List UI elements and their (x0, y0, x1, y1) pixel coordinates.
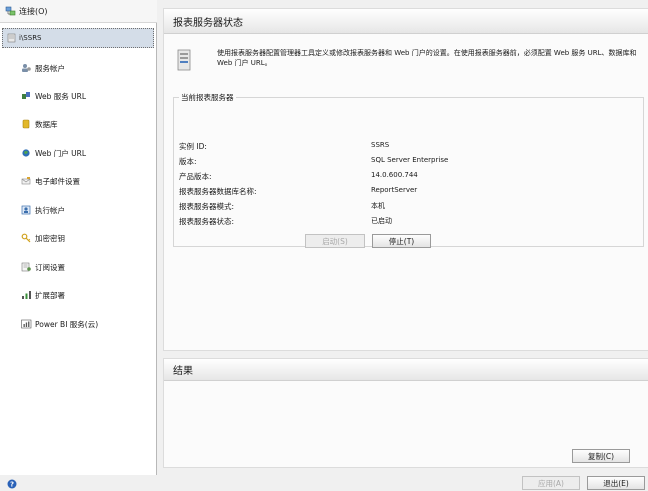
edition-value: SQL Server Enterprise (371, 156, 449, 164)
sidebar: 连接(O) i\SSRS 服务帐户 Web 服务 URL 数据库 Web 门户 … (0, 0, 157, 475)
sidebar-item-label: 服务帐户 (35, 63, 65, 73)
sidebar-item-encryption-keys[interactable]: 加密密钥 (0, 228, 156, 248)
server-node-icon (7, 33, 16, 43)
results-title: 结果 (164, 359, 648, 381)
server-status-value: 已启动 (371, 217, 392, 225)
connect-icon (5, 6, 16, 16)
sidebar-item-power-bi-service[interactable]: Power BI 服务(云) (0, 314, 156, 334)
encryption-keys-icon (21, 233, 33, 243)
exit-button[interactable]: 退出(E) (587, 476, 645, 490)
sidebar-item-label: 扩展部署 (35, 290, 65, 300)
sidebar-item-web-portal-url[interactable]: Web 门户 URL (0, 143, 156, 163)
results-panel: 结果 复制(C) (163, 358, 648, 468)
sidebar-item-scale-out-deployment[interactable]: 扩展部署 (0, 285, 156, 305)
database-name-label: 报表服务器数据库名称: (179, 187, 257, 196)
help-icon[interactable]: ? (7, 479, 17, 489)
web-portal-url-icon (21, 148, 33, 158)
database-icon (21, 119, 33, 129)
panel-title: 报表服务器状态 (164, 9, 648, 34)
power-bi-service-icon (21, 319, 33, 329)
instance-id-label: 实例 ID: (179, 142, 207, 151)
connect-label: 连接(O) (19, 6, 48, 16)
server-mode-value: 本机 (371, 202, 385, 210)
sidebar-item-label: 电子邮件设置 (35, 176, 80, 186)
sidebar-item-label: 数据库 (35, 119, 58, 129)
sidebar-item-web-service-url[interactable]: Web 服务 URL (0, 86, 156, 106)
server-status-label: 报表服务器状态: (179, 217, 235, 226)
edition-label: 版本: (179, 157, 197, 166)
server-node-label: i\SSRS (19, 34, 42, 42)
sidebar-item-label: 执行帐户 (35, 205, 65, 215)
server-icon (177, 49, 191, 71)
svg-text:?: ? (10, 481, 14, 489)
server-node[interactable]: i\SSRS (2, 28, 154, 48)
scale-out-deployment-icon (21, 290, 33, 300)
instance-id-value: SSRS (371, 141, 390, 149)
service-account-icon (21, 63, 33, 73)
group-title: 当前报表服务器 (179, 92, 236, 103)
intro-text: 使用报表服务器配置管理器工具定义或修改报表服务器和 Web 门户的设置。在使用报… (217, 49, 637, 67)
sidebar-item-execution-account[interactable]: 执行帐户 (0, 200, 156, 220)
sidebar-item-label: 订阅设置 (35, 262, 65, 272)
current-report-server-group: 当前报表服务器 实例 ID: SSRS 版本: SQL Server Enter… (173, 92, 644, 248)
stop-button[interactable]: 停止(T) (372, 234, 431, 248)
start-button[interactable]: 启动(S) (305, 234, 365, 248)
execution-account-icon (21, 205, 33, 215)
sidebar-item-label: Power BI 服务(云) (35, 319, 99, 329)
sidebar-item-service-account[interactable]: 服务帐户 (0, 58, 156, 78)
email-settings-icon (21, 176, 33, 186)
sidebar-item-label: Web 服务 URL (35, 91, 86, 101)
product-version-label: 产品版本: (179, 172, 212, 181)
web-service-url-icon (21, 91, 33, 101)
connect-button[interactable]: 连接(O) (0, 0, 157, 23)
sidebar-item-subscription-settings[interactable]: 订阅设置 (0, 257, 156, 277)
subscription-settings-icon (21, 262, 33, 272)
database-name-value: ReportServer (371, 186, 418, 194)
apply-button[interactable]: 应用(A) (522, 476, 580, 490)
sidebar-item-label: 加密密钥 (35, 233, 65, 243)
sidebar-item-database[interactable]: 数据库 (0, 114, 156, 134)
sidebar-item-email-settings[interactable]: 电子邮件设置 (0, 171, 156, 191)
sidebar-item-label: Web 门户 URL (35, 148, 86, 158)
report-server-status-panel: 报表服务器状态 使用报表服务器配置管理器工具定义或修改报表服务器和 Web 门户… (163, 8, 648, 351)
server-mode-label: 报表服务器模式: (179, 202, 235, 211)
product-version-value: 14.0.600.744 (371, 171, 418, 179)
copy-button[interactable]: 复制(C) (572, 449, 630, 463)
